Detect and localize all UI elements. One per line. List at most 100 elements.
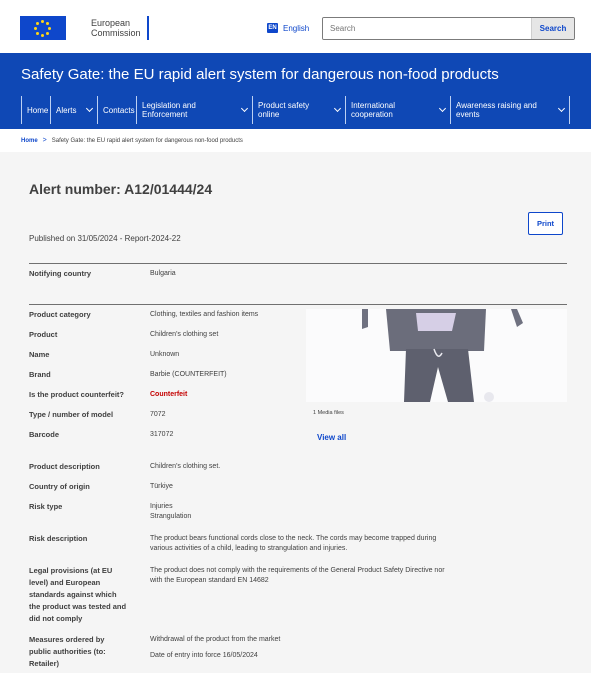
nav-product-safety-line1: Product safety [258,101,310,110]
breadcrumb-current: Safety Gate: the EU rapid alert system f… [51,137,243,144]
nav-item-alerts[interactable]: Alerts [50,96,97,124]
search-button[interactable]: Search [531,18,574,39]
european-commission-logo[interactable]: European Commission [20,16,150,40]
site-title[interactable]: Safety Gate: the EU rapid alert system f… [21,66,499,83]
logo-text-line2: Commission [91,28,141,38]
product-description-label: Product description [29,462,100,471]
notifying-country-label: Notifying country [29,269,92,278]
legal-label-line1: Legal provisions (at EU [29,566,113,575]
top-header: European Commission EN English Search [0,0,591,53]
nav-legislation-line1: Legislation and [142,101,196,110]
brand-label: Brand [29,370,51,379]
legal-provisions-label: Legal provisions (at EU level) and Europ… [29,565,126,625]
site-banner: Safety Gate: the EU rapid alert system f… [0,53,591,129]
search-input[interactable] [323,18,531,39]
legal-label-line2: level) and European [29,578,101,587]
notifying-country-value: Bulgaria [150,270,176,277]
chevron-down-icon [557,104,566,113]
divider [29,263,567,264]
country-of-origin-value: Türkiye [150,483,173,490]
barcode-value: 317072 [150,431,174,438]
risk-type-strangulation: Strangulation [150,513,192,520]
media-files-count: 1 Media files [313,410,344,416]
risk-description-line1: The product bears functional cords close… [150,535,437,542]
risk-type-label: Risk type [29,502,63,511]
nav-item-home[interactable]: Home [21,96,50,124]
nav-international-line1: International [351,101,396,110]
print-button[interactable]: Print [528,212,563,235]
logo-text-line1: European [91,18,131,28]
legal-provisions-line2: with the European standard EN 14682 [150,577,269,584]
nav-home-label: Home [27,105,49,115]
logo-text: European Commission [91,18,141,38]
risk-type-injuries: Injuries [150,503,173,510]
barcode-label: Barcode [29,430,60,439]
product-value: Children's clothing set [150,331,219,338]
breadcrumb-home[interactable]: Home [21,138,38,144]
published-date: Published on 31/05/2024 - Report-2024-22 [29,234,181,243]
chevron-down-icon [85,104,94,113]
legal-provisions-value: The product does not comply with the req… [150,566,500,586]
legal-label-line5: did not comply [29,614,83,623]
language-selector[interactable]: EN English [267,23,309,33]
name-label: Name [29,350,50,359]
main-nav: Home Alerts Contacts Legislation and Enf… [21,96,570,124]
chevron-down-icon [240,104,249,113]
product-photo-graphic [306,309,567,402]
measures-label-line1: Measures ordered by [29,635,105,644]
chevron-down-icon [333,104,342,113]
product-label: Product [29,330,58,339]
measures-label-line2: public authorities (to: [29,647,106,656]
nav-awareness-label: Awareness raising and events [456,101,537,119]
product-image[interactable] [306,309,567,402]
eu-flag-icon [20,16,66,40]
logo-divider [147,16,149,40]
nav-item-international[interactable]: International cooperation [345,96,450,124]
risk-description-line2: various activities of a child, leading t… [150,545,348,552]
nav-awareness-line1: Awareness raising and [456,101,537,110]
nav-item-contacts[interactable]: Contacts [97,96,136,124]
divider [29,304,567,305]
page-title: Alert number: A12/01444/24 [29,181,213,197]
language-label: English [283,23,310,33]
nav-product-safety-label: Product safety online [258,101,309,119]
view-all-link[interactable]: View all [317,433,346,442]
nav-item-product-safety[interactable]: Product safety online [252,96,345,124]
product-category-label: Product category [29,310,91,319]
breadcrumb: Home > Safety Gate: the EU rapid alert s… [21,137,243,144]
legal-label-line4: the product was tested and [29,602,127,611]
nav-legislation-label: Legislation and Enforcement [142,101,196,119]
nav-product-safety-line2: online [258,110,280,119]
chevron-down-icon [438,104,447,113]
brand-value: Barbie (COUNTERFEIT) [150,371,227,378]
product-category-value: Clothing, textiles and fashion items [150,311,259,318]
counterfeit-value: Counterfeit [150,391,188,398]
legal-label-line3: standards against which [29,590,117,599]
measures-withdrawal: Withdrawal of the product from the marke… [150,636,281,643]
risk-description-label: Risk description [29,534,88,543]
name-value: Unknown [150,351,180,358]
product-description-value: Children's clothing set. [150,463,221,470]
risk-description-value: The product bears functional cords close… [150,534,500,554]
risk-type-value: Injuries Strangulation [150,502,191,522]
breadcrumb-separator-icon: > [42,137,47,144]
nav-legislation-line2: Enforcement [142,110,188,119]
measures-label: Measures ordered by public authorities (… [29,634,106,670]
search-form: Search [322,17,575,40]
country-of-origin-label: Country of origin [29,482,90,491]
nav-item-awareness[interactable]: Awareness raising and events [450,96,570,124]
legal-provisions-line1: The product does not comply with the req… [150,567,445,574]
nav-item-legislation[interactable]: Legislation and Enforcement [136,96,252,124]
nav-awareness-line2: events [456,110,480,119]
measures-label-line3: Retailer) [29,659,60,668]
nav-contacts-label: Contacts [103,105,135,115]
type-model-value: 7072 [150,411,166,418]
nav-international-line2: cooperation [351,110,393,119]
nav-alerts-label: Alerts [56,105,77,115]
counterfeit-label: Is the product counterfeit? [29,390,125,399]
language-icon: EN [267,23,278,33]
type-model-label: Type / number of model [29,410,114,419]
alert-content: Alert number: A12/01444/24 Print Publish… [0,152,591,673]
nav-international-label: International cooperation [351,101,395,119]
measures-entry-date: Date of entry into force 16/05/2024 [150,652,258,659]
